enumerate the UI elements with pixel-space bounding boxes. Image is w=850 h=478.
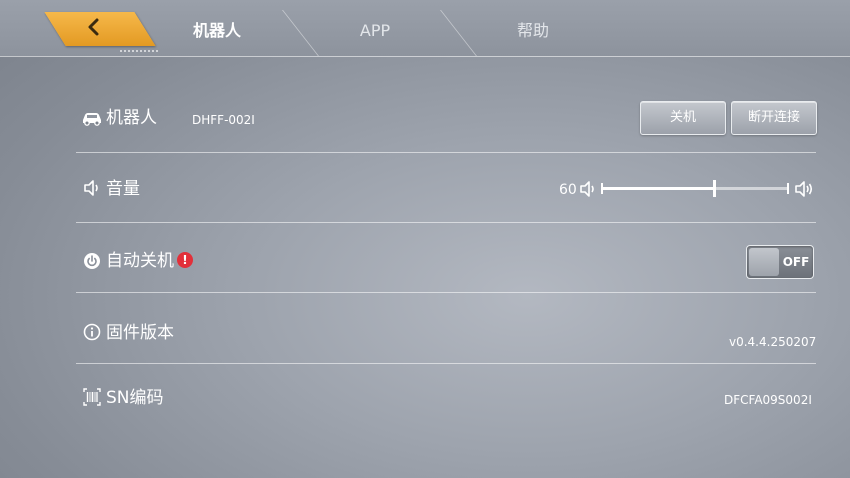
power-icon	[82, 251, 102, 271]
robot-label: 机器人	[106, 108, 157, 128]
volume-high-icon	[794, 179, 814, 199]
robot-name: DHFF-002I	[192, 113, 255, 127]
sn-value: DFCFA09S002I	[724, 393, 812, 407]
auto-shutdown-label: 自动关机	[106, 251, 174, 271]
volume-label: 音量	[106, 179, 140, 199]
toggle-knob	[749, 248, 779, 276]
row-divider	[76, 292, 816, 293]
tab-help[interactable]: 帮助	[488, 18, 578, 44]
firmware-version: v0.4.4.250207	[729, 335, 817, 349]
info-icon	[82, 322, 102, 342]
tab-app[interactable]: APP	[330, 18, 420, 44]
speaker-icon	[82, 178, 102, 198]
volume-slider-thumb[interactable]	[712, 180, 716, 197]
row-divider	[76, 152, 816, 153]
barcode-icon	[82, 387, 102, 407]
row-divider	[76, 222, 816, 223]
chevron-left-icon[interactable]	[84, 15, 104, 39]
volume-low-icon	[578, 179, 598, 199]
volume-value: 60	[559, 182, 577, 198]
row-divider	[76, 363, 816, 364]
car-icon	[81, 108, 103, 128]
slider-max-cap	[787, 183, 789, 194]
firmware-label: 固件版本	[106, 323, 174, 343]
tab-robot[interactable]: 机器人	[172, 18, 262, 44]
disconnect-button[interactable]: 断开连接	[731, 101, 817, 135]
volume-slider[interactable]	[601, 180, 789, 197]
auto-shutdown-toggle[interactable]: OFF	[746, 245, 814, 279]
toggle-state-text: OFF	[782, 255, 810, 269]
sn-label: SN编码	[106, 388, 164, 408]
back-underline	[120, 48, 158, 52]
warning-icon[interactable]: !	[177, 252, 193, 268]
shutdown-button[interactable]: 关机	[640, 101, 726, 135]
volume-slider-fill	[601, 187, 714, 190]
tab-bar-underline	[0, 56, 850, 57]
